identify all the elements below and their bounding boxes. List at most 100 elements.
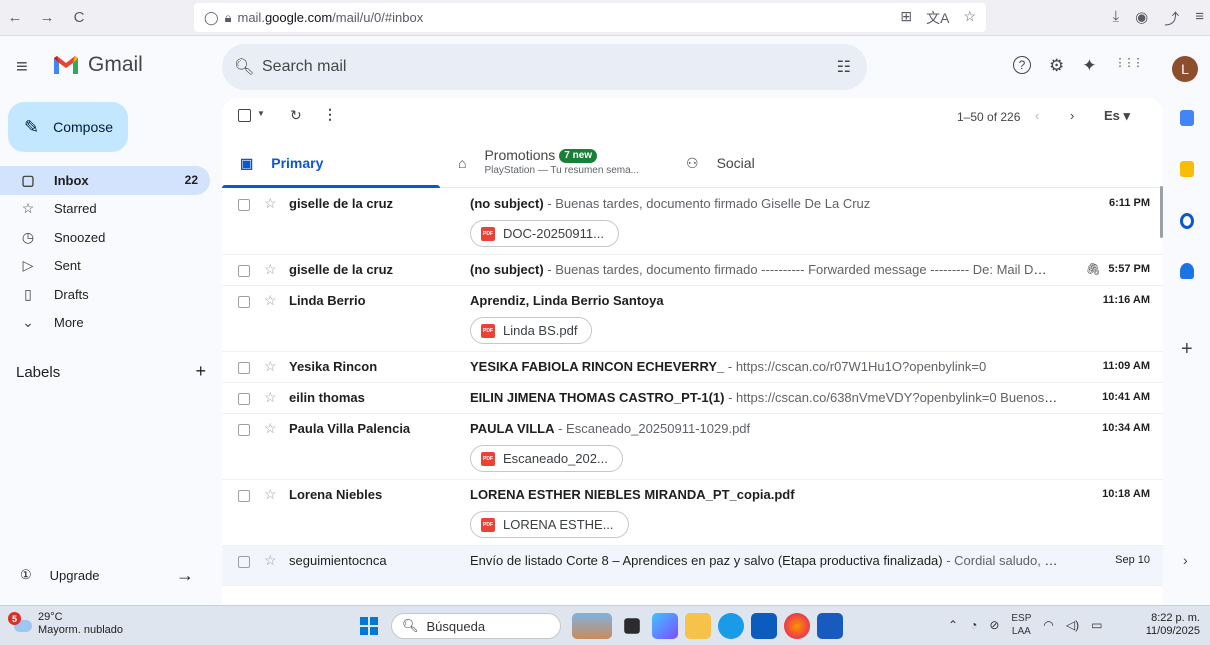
tab-promotions[interactable]: ⌂ Promotions 7 new PlayStation — Tu resu… xyxy=(440,138,668,188)
apps-grid-icon[interactable]: ⋮⋮⋮ xyxy=(1115,56,1144,76)
forward-icon[interactable]: → xyxy=(36,7,58,29)
email-subject-line: Envío de listado Corte 8 – Aprendices en… xyxy=(470,553,1060,568)
active-tab-indicator xyxy=(222,185,440,188)
wifi-icon[interactable]: ◠ xyxy=(1043,618,1053,632)
tray-expand-icon[interactable]: ⌃ xyxy=(948,618,958,632)
search-options-icon[interactable]: ☷ xyxy=(837,57,851,77)
email-row[interactable]: ☆ Paula Villa Palencia PAULA VILLA - Esc… xyxy=(222,414,1163,480)
row-checkbox[interactable] xyxy=(238,556,250,568)
sidebar-item-snoozed[interactable]: ◷ Snoozed xyxy=(0,223,210,252)
star-icon[interactable]: ☆ xyxy=(264,389,277,406)
help-icon[interactable]: ? xyxy=(1013,56,1031,74)
tab-primary[interactable]: ▣ Primary xyxy=(222,138,440,188)
battery-icon[interactable]: ▭ xyxy=(1091,618,1102,632)
refresh-icon[interactable]: ↻ xyxy=(290,107,302,124)
main-menu-icon[interactable]: ≡ xyxy=(16,56,28,79)
email-row[interactable]: ☆ giselle de la cruz (no subject) - Buen… xyxy=(222,189,1163,255)
share-icon[interactable]: ⤴ xyxy=(1164,8,1179,29)
select-all-checkbox[interactable] xyxy=(238,109,251,122)
attachment-chip[interactable]: PDF DOC-20250911... xyxy=(470,220,619,247)
bookmark-star-icon[interactable]: ☆ xyxy=(963,8,976,28)
sidebar-item-inbox[interactable]: ▢ Inbox 22 xyxy=(0,166,210,195)
next-page-icon[interactable]: › xyxy=(1070,108,1074,123)
volume-icon[interactable]: ◁) xyxy=(1066,618,1079,632)
calendar-icon[interactable] xyxy=(1180,110,1194,126)
account-icon[interactable]: ◉ xyxy=(1135,8,1148,29)
attachment-chip[interactable]: PDF Linda BS.pdf xyxy=(470,317,593,344)
back-icon[interactable]: ← xyxy=(4,7,26,29)
search-bar[interactable]: 🔍︎ Search mail ☷ xyxy=(222,44,867,90)
tab-social[interactable]: ⚇ Social xyxy=(668,138,868,188)
attachment-name: DOC-20250911... xyxy=(503,226,604,241)
downloads-icon[interactable]: ⤓ xyxy=(1112,8,1119,29)
taskbar-search[interactable]: 🔍︎ Búsqueda xyxy=(391,613,561,639)
word-icon[interactable] xyxy=(817,613,843,639)
email-row[interactable]: ☆ Lorena Niebles LORENA ESTHER NIEBLES M… xyxy=(222,480,1163,546)
reload-icon[interactable]: C xyxy=(68,7,90,29)
windows-start-icon[interactable] xyxy=(360,617,378,635)
email-row[interactable]: ☆ Linda Berrio Aprendiz, Linda Berrio Sa… xyxy=(222,286,1163,352)
file-explorer-icon[interactable] xyxy=(685,613,711,639)
row-checkbox[interactable] xyxy=(238,296,250,308)
browser-menu-icon[interactable]: ≡ xyxy=(1195,8,1204,29)
settings-icon[interactable]: ⚙ xyxy=(1049,56,1064,76)
firefox-icon[interactable] xyxy=(784,613,810,639)
tray-sync-icon[interactable]: ⊘ xyxy=(989,618,999,632)
email-row[interactable]: ☆ giselle de la cruz (no subject) - Buen… xyxy=(222,255,1163,286)
language-indicator[interactable]: ESP LAA xyxy=(1011,612,1031,638)
mail-toolbar: ▼ ↻ ⋮ 1–50 of 226 ‹ › Es ▾ xyxy=(222,98,1163,138)
compose-button[interactable]: ✎ Compose xyxy=(8,102,128,152)
sidebar-item-sent[interactable]: ▷ Sent xyxy=(0,252,210,281)
star-icon[interactable]: ☆ xyxy=(264,261,277,278)
prev-page-icon[interactable]: ‹ xyxy=(1035,108,1039,123)
star-icon[interactable]: ☆ xyxy=(264,292,277,309)
star-icon[interactable]: ☆ xyxy=(264,552,277,569)
more-options-icon[interactable]: ⋮ xyxy=(323,106,337,123)
task-view-icon[interactable] xyxy=(624,618,640,634)
weather-widget[interactable]: 5 29°C Mayorm. nublado xyxy=(8,611,123,637)
row-checkbox[interactable] xyxy=(238,393,250,405)
row-checkbox[interactable] xyxy=(238,362,250,374)
row-checkbox[interactable] xyxy=(238,265,250,277)
avatar[interactable]: L xyxy=(1172,56,1198,82)
keep-icon[interactable] xyxy=(1180,161,1194,177)
email-row[interactable]: ☆ eilin thomas EILIN JIMENA THOMAS CASTR… xyxy=(222,383,1163,414)
reader-view-icon[interactable]: ⊞ xyxy=(900,8,912,28)
row-checkbox[interactable] xyxy=(238,490,250,502)
upgrade-button[interactable]: ① Upgrade → xyxy=(0,563,222,587)
row-checkbox[interactable] xyxy=(238,424,250,436)
translate-icon[interactable]: 文A xyxy=(926,8,949,28)
search-input[interactable]: Search mail xyxy=(262,58,346,76)
add-label-button[interactable]: + xyxy=(195,361,206,382)
store-icon[interactable] xyxy=(751,613,777,639)
add-addon-icon[interactable]: + xyxy=(1181,338,1193,361)
row-checkbox[interactable] xyxy=(238,199,250,211)
sidebar-item-more[interactable]: ⌄ More xyxy=(0,309,210,338)
attachment-chip[interactable]: PDF LORENA ESTHE... xyxy=(470,511,629,538)
input-tools-button[interactable]: Es ▾ xyxy=(1104,108,1130,124)
star-icon[interactable]: ☆ xyxy=(264,486,277,503)
clock[interactable]: 8:22 p. m. 11/09/2025 xyxy=(1146,612,1200,638)
widget-landscape-icon[interactable] xyxy=(572,613,612,639)
email-time: 11:09 AM xyxy=(1102,360,1150,372)
tray-app-icon[interactable]: ◔ xyxy=(970,618,977,632)
email-row[interactable]: ☆ seguimientocnca Envío de listado Corte… xyxy=(222,546,1163,586)
star-icon[interactable]: ☆ xyxy=(264,420,277,437)
browser-toolbar: ← → C ◯ 🔒︎ mail. google.com/mail/u/0/#inb… xyxy=(0,0,1210,36)
star-icon[interactable]: ☆ xyxy=(264,358,277,375)
star-icon[interactable]: ☆ xyxy=(264,195,277,212)
edge-icon[interactable] xyxy=(718,613,744,639)
select-caret-icon[interactable]: ▼ xyxy=(257,109,265,118)
url-bar[interactable]: ◯ 🔒︎ mail. google.com/mail/u/0/#inbox ⊞ 文… xyxy=(194,3,986,32)
search-icon[interactable]: 🔍︎ xyxy=(234,57,254,77)
tasks-icon[interactable] xyxy=(1180,213,1194,229)
sidebar-item-drafts[interactable]: ▯ Drafts xyxy=(0,280,210,309)
sidebar-item-starred[interactable]: ☆ Starred xyxy=(0,195,210,224)
contacts-icon[interactable] xyxy=(1180,263,1194,279)
email-row[interactable]: ☆ Yesika Rincon YESIKA FABIOLA RINCON EC… xyxy=(222,352,1163,383)
gmail-logo[interactable]: Gmail xyxy=(52,53,143,77)
chevron-right-icon[interactable]: › xyxy=(1183,552,1188,568)
attachment-chip[interactable]: PDF Escaneado_202... xyxy=(470,445,623,472)
gemini-icon[interactable]: ✦ xyxy=(1082,56,1096,76)
m365-icon[interactable] xyxy=(652,613,678,639)
